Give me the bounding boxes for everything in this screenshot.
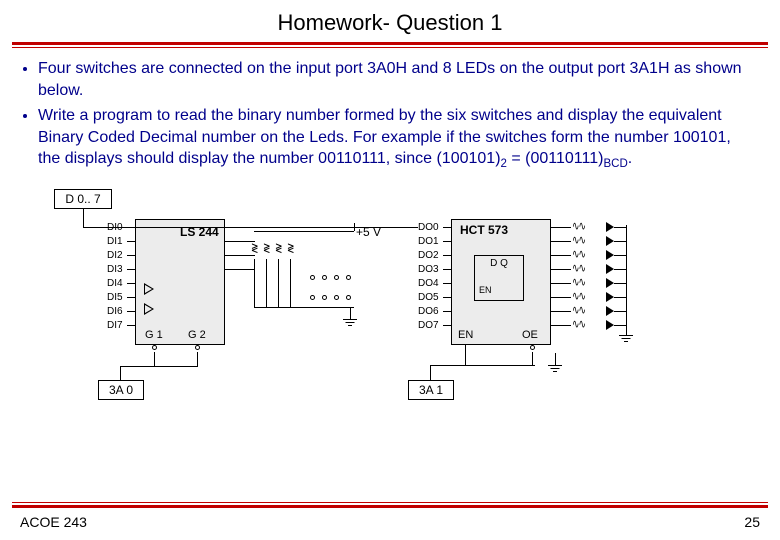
ground-icon [343,319,357,329]
resistor-icon: ≷ [263,241,270,256]
led-icon [606,306,614,316]
g1-label: G 1 [145,329,163,341]
oe-label: OE [522,329,538,341]
bullet-1: Four switches are connected on the input… [38,58,752,101]
inversion-bubble [530,345,535,350]
led-icon [606,264,614,274]
di-pins: DI0 DI1 DI2 DI3 DI4 DI5 DI6 DI7 [107,221,123,333]
inversion-bubble [152,345,157,350]
footer-rule-thin [12,502,768,503]
bus-line [83,209,84,227]
footer-page-number: 25 [744,514,760,530]
resistor-icon: ≷ [275,241,282,256]
led-icon [606,236,614,246]
inversion-bubble [195,345,200,350]
page-title: Homework- Question 1 [0,0,780,42]
title-rule-thick [12,42,768,45]
resistor-icon: ≷ [251,241,258,256]
footer-rule-thick [12,505,768,508]
bullet-2: Write a program to read the binary numbe… [38,105,752,173]
port-3a1-box: 3A 1 [408,380,454,400]
chip2-label: HCT 573 [460,223,508,237]
port-3a0-box: 3A 0 [98,380,144,400]
do-pins: DO0 DO1 DO2 DO3 DO4 DO5 DO6 DO7 [418,221,439,333]
footer-left: ACOE 243 [20,514,87,530]
ground-icon [619,335,633,345]
led-icon [606,292,614,302]
switch-icon [322,275,327,280]
resistor-icon: ≷ [287,241,294,256]
g2-label: G 2 [188,329,206,341]
led-icon [606,320,614,330]
led-icon [606,222,614,232]
switch-icon [346,275,351,280]
question-body: Four switches are connected on the input… [0,48,780,185]
led-icon [606,278,614,288]
led-icon [606,250,614,260]
ground-icon [548,365,562,375]
switch-icon [310,275,315,280]
en-label: EN [458,329,473,341]
circuit-diagram: D 0.. 7 DI0 DI1 DI2 DI3 DI4 DI5 DI6 DI7 … [20,185,760,420]
switch-icon [334,275,339,280]
footer: ACOE 243 25 [0,510,780,540]
bus-label-box: D 0.. 7 [54,189,112,209]
chip2-en-inner: EN [479,285,492,295]
